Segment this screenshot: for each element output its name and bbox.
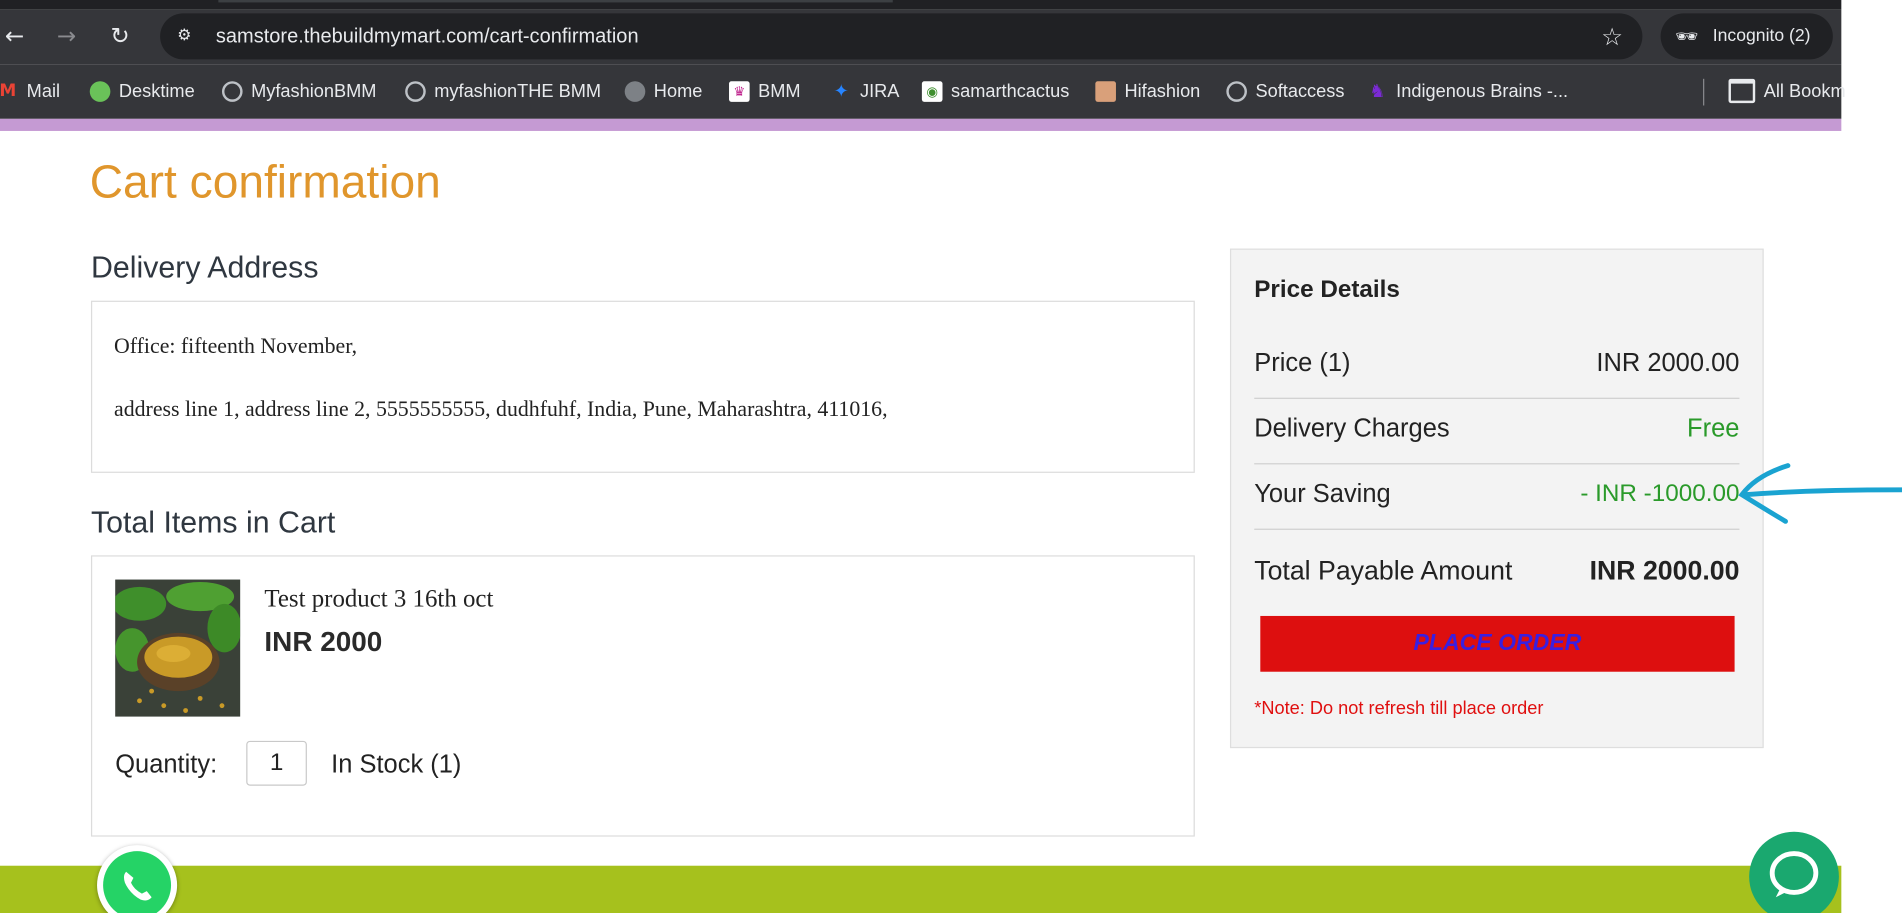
active-tab[interactable] xyxy=(218,0,893,3)
gmail-icon: M xyxy=(0,81,17,101)
bookmark-label: Hifashion xyxy=(1124,80,1201,102)
total-label: Total Payable Amount xyxy=(1254,555,1513,586)
bookmarks-bar: M Mail Desktime MyfashionBMM myfashionTH… xyxy=(0,64,1846,119)
saving-row: Your Saving - INR -1000.00 xyxy=(1254,463,1740,530)
globe-icon xyxy=(1226,80,1247,102)
bookmark-myfashionthebmm[interactable]: myfashionTHE BMM xyxy=(405,79,601,103)
bookmark-label: Softaccess xyxy=(1255,80,1345,102)
bookmark-label: Desktime xyxy=(118,80,195,102)
price-row: Price (1) INR 2000.00 xyxy=(1254,332,1740,399)
bookmark-label: Indigenous Brains -... xyxy=(1396,80,1569,102)
delivery-charges-value: Free xyxy=(1687,414,1740,443)
refresh-note: *Note: Do not refresh till place order xyxy=(1254,698,1544,720)
browser-toolbar: ← → ↻ ⚙ samstore.thebuildmymart.com/cart… xyxy=(0,9,1842,65)
price-details-panel: Price Details Price (1) INR 2000.00 Deli… xyxy=(1229,248,1764,749)
globe-icon xyxy=(405,80,426,102)
bookmark-samarthcactus[interactable]: ◉ samarthcactus xyxy=(921,79,1070,103)
bookmarks-divider xyxy=(1703,78,1705,106)
stock-status: In Stock (1) xyxy=(331,750,462,779)
forward-icon[interactable]: → xyxy=(52,22,81,51)
bookmark-desktime[interactable]: Desktime xyxy=(89,79,195,103)
delivery-charges-row: Delivery Charges Free xyxy=(1254,398,1740,465)
incognito-label: Incognito (2) xyxy=(1712,26,1811,47)
saving-label: Your Saving xyxy=(1254,480,1391,509)
bookmark-myfashionbmm[interactable]: MyfashionBMM xyxy=(221,79,377,103)
bookmark-indigenous-brains[interactable]: ♞ Indigenous Brains -... xyxy=(1367,79,1568,103)
price-label: Price (1) xyxy=(1254,349,1351,378)
site-info-icon[interactable]: ⚙ xyxy=(172,24,196,48)
incognito-icon: 🕶 xyxy=(1675,25,1699,48)
globe-icon xyxy=(624,80,646,102)
folder-icon xyxy=(1728,78,1756,104)
indigenous-brains-icon: ♞ xyxy=(1369,80,1386,102)
bookmark-label: BMM xyxy=(758,80,801,102)
whatsapp-icon[interactable] xyxy=(97,845,178,913)
bookmark-softaccess[interactable]: Softaccess xyxy=(1226,79,1344,103)
product-price: INR 2000 xyxy=(264,625,383,658)
bmm-icon: ♛ xyxy=(729,80,750,102)
quantity-input[interactable]: 1 xyxy=(246,740,307,786)
whatsapp-icon-inner xyxy=(103,851,172,913)
product-name[interactable]: Test product 3 16th oct xyxy=(264,586,493,614)
bookmark-label: myfashionTHE BMM xyxy=(434,80,602,102)
site-footer xyxy=(0,865,1842,913)
address-line-1: Office: fifteenth November, xyxy=(114,333,358,358)
reload-icon[interactable]: ↻ xyxy=(106,22,135,51)
hifashion-icon xyxy=(1095,80,1116,102)
tab-strip xyxy=(0,0,1842,10)
bookmark-star-icon[interactable]: ☆ xyxy=(1601,22,1623,51)
delivery-charges-label: Delivery Charges xyxy=(1254,414,1450,443)
chat-icon[interactable] xyxy=(1749,831,1839,913)
bookmark-home[interactable]: Home xyxy=(624,79,703,103)
bookmark-bmm[interactable]: ♛ BMM xyxy=(729,79,801,103)
all-bookmarks-folder[interactable]: All Bookm xyxy=(1728,78,1846,104)
delivery-address-box: Office: fifteenth November, address line… xyxy=(90,300,1195,473)
product-image-graphic xyxy=(115,579,241,717)
saving-value: - INR -1000.00 xyxy=(1580,480,1740,507)
total-value: INR 2000.00 xyxy=(1589,555,1740,586)
bookmark-label: Mail xyxy=(26,80,61,102)
cactus-icon: ◉ xyxy=(921,80,943,102)
site-header-strip xyxy=(0,118,1842,131)
cart-item-card: Test product 3 16th oct INR 2000 Quantit… xyxy=(90,555,1195,837)
globe-icon xyxy=(221,80,243,102)
bookmark-hifashion[interactable]: Hifashion xyxy=(1095,79,1200,103)
price-details-title: Price Details xyxy=(1254,276,1400,304)
bookmark-mail[interactable]: M Mail xyxy=(0,79,60,103)
product-image[interactable] xyxy=(115,579,241,717)
desktime-icon xyxy=(89,80,111,102)
bookmark-label: JIRA xyxy=(860,80,900,102)
bookmark-label: All Bookm xyxy=(1763,80,1846,102)
page-title: Cart confirmation xyxy=(89,157,441,209)
bookmark-jira[interactable]: ✦ JIRA xyxy=(831,79,900,103)
annotation-arrow xyxy=(1738,463,1902,524)
quantity-label: Quantity: xyxy=(115,750,218,779)
bookmark-label: samarthcactus xyxy=(950,80,1070,102)
bookmark-label: MyfashionBMM xyxy=(251,80,377,102)
back-icon[interactable]: ← xyxy=(0,22,29,51)
incognito-button[interactable]: 🕶 Incognito (2) xyxy=(1660,13,1833,60)
price-value: INR 2000.00 xyxy=(1596,349,1740,378)
jira-icon: ✦ xyxy=(833,80,849,102)
address-line-2: address line 1, address line 2, 55555555… xyxy=(114,396,888,421)
phone-icon xyxy=(123,871,152,901)
place-order-button[interactable]: PLACE ORDER xyxy=(1260,615,1735,672)
cart-items-heading: Total Items in Cart xyxy=(90,505,336,540)
url-text[interactable]: samstore.thebuildmymart.com/cart-confirm… xyxy=(216,24,639,48)
bookmark-label: Home xyxy=(653,80,703,102)
address-bar[interactable]: ⚙ samstore.thebuildmymart.com/cart-confi… xyxy=(160,13,1643,60)
chat-bubble-icon xyxy=(1769,851,1819,898)
delivery-address-heading: Delivery Address xyxy=(90,250,319,285)
